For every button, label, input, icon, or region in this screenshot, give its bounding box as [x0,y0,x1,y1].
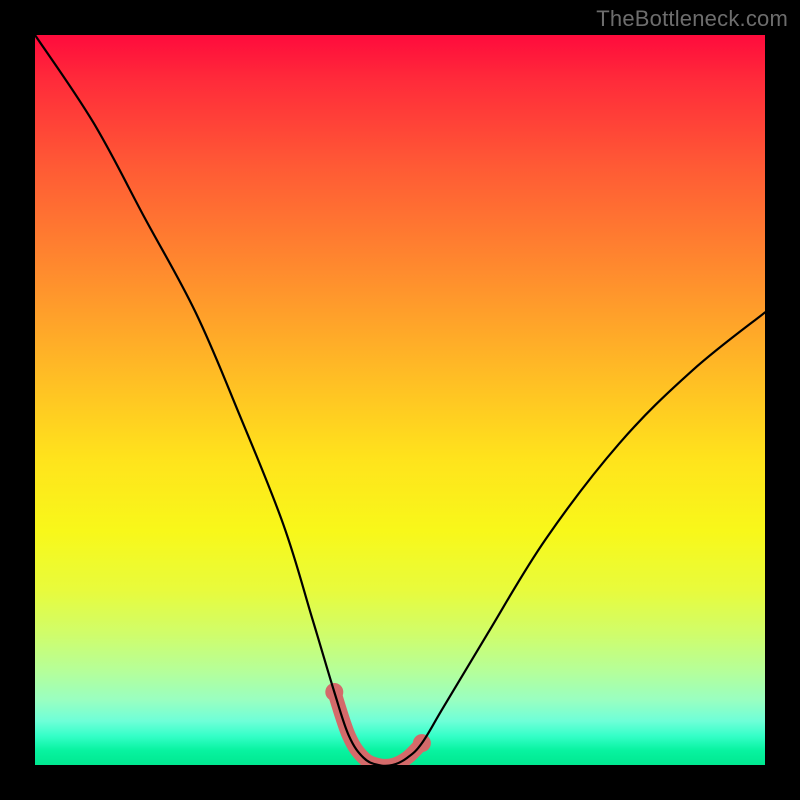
bottleneck-curve [35,35,765,765]
chart-frame: TheBottleneck.com [0,0,800,800]
valley-highlight [334,692,422,765]
curve-svg [35,35,765,765]
plot-area [35,35,765,765]
watermark-text: TheBottleneck.com [596,6,788,32]
